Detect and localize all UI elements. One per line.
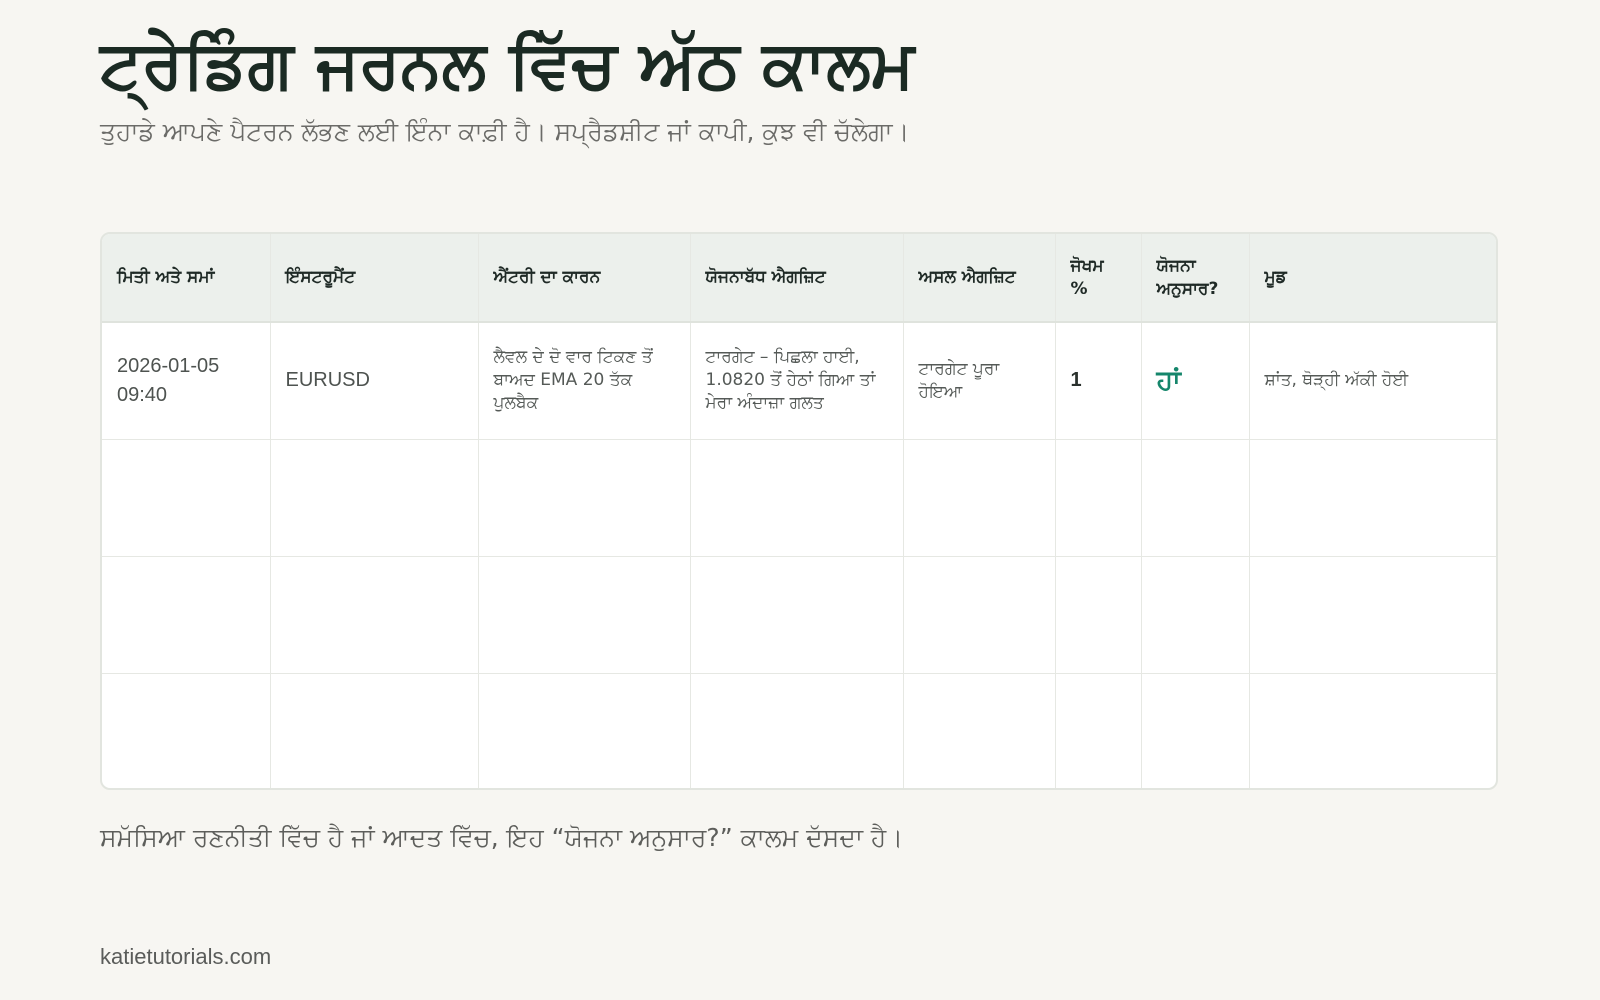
cell-per-plan: ਹਾਂ [1141,322,1250,440]
header-risk-percent: ਜੋਖਮ % [1055,234,1142,323]
cell-date-time: 2026-01-05 09:40 [102,322,271,440]
empty-cell [270,439,479,557]
header-instrument: ਇੰਸਟਰੂਮੈਂਟ [270,234,479,323]
header-mood: ਮੂਡ [1249,234,1496,323]
footnote: ਸਮੱਸਿਆ ਰਣਨੀਤੀ ਵਿੱਚ ਹੈ ਜਾਂ ਆਦਤ ਵਿੱਚ, ਇਹ “… [100,823,904,852]
empty-cell [1141,439,1250,557]
empty-cell [1055,673,1142,788]
empty-cell [1249,439,1496,557]
empty-cell [1249,556,1496,674]
empty-cell [102,673,271,788]
cell-actual-exit: ਟਾਰਗੇਟ ਪੂਰਾ ਹੋਇਆ [903,322,1056,440]
header-planned-exit: ਯੋਜਨਾਬੱਧ ਐਗਜ਼ਿਟ [690,234,904,323]
table-row-empty [102,556,1496,674]
table-row-empty [102,439,1496,557]
empty-cell [903,673,1056,788]
cell-instrument: EURUSD [270,322,479,440]
cell-entry-reason: ਲੈਵਲ ਦੇ ਦੋ ਵਾਰ ਟਿਕਣ ਤੋਂ ਬਾਅਦ EMA 20 ਤੱਕ … [478,322,691,440]
header-entry-reason: ਐਂਟਰੀ ਦਾ ਕਾਰਨ [478,234,691,323]
empty-cell [478,673,691,788]
empty-cell [478,439,691,557]
empty-cell [690,673,904,788]
header-actual-exit: ਅਸਲ ਐਗਜ਼ਿਟ [903,234,1056,323]
cell-risk-percent: 1 [1055,322,1142,440]
page-subtitle: ਤੁਹਾਡੇ ਆਪਣੇ ਪੈਟਰਨ ਲੱਭਣ ਲਈ ਇੰਨਾ ਕਾਫ਼ੀ ਹੈ।… [100,117,910,146]
cell-planned-exit: ਟਾਰਗੇਟ – ਪਿਛਲਾ ਹਾਈ, 1.0820 ਤੋਂ ਹੇਠਾਂ ਗਿਆ… [690,322,904,440]
empty-cell [903,556,1056,674]
journal-table: ਮਿਤੀ ਅਤੇ ਸਮਾਂ ਇੰਸਟਰੂਮੈਂਟ ਐਂਟਰੀ ਦਾ ਕਾਰਨ ਯ… [100,232,1498,790]
empty-cell [903,439,1056,557]
empty-cell [1141,673,1250,788]
empty-cell [1141,556,1250,674]
empty-cell [102,439,271,557]
table-row-empty [102,673,1496,788]
header-date-time: ਮਿਤੀ ਅਤੇ ਸਮਾਂ [102,234,271,323]
empty-cell [270,673,479,788]
empty-cell [690,556,904,674]
empty-cell [690,439,904,557]
empty-cell [1249,673,1496,788]
empty-cell [102,556,271,674]
table-row: 2026-01-05 09:40 EURUSD ਲੈਵਲ ਦੇ ਦੋ ਵਾਰ ਟ… [102,322,1496,440]
header-per-plan: ਯੋਜਨਾ ਅਨੁਸਾਰ? [1141,234,1250,323]
empty-cell [478,556,691,674]
site-url: katietutorials.com [100,944,272,969]
table-header-row: ਮਿਤੀ ਅਤੇ ਸਮਾਂ ਇੰਸਟਰੂਮੈਂਟ ਐਂਟਰੀ ਦਾ ਕਾਰਨ ਯ… [102,234,1496,323]
empty-cell [270,556,479,674]
cell-mood: ਸ਼ਾਂਤ, ਥੋੜ੍ਹੀ ਅੱਕੀ ਹੋਈ [1249,322,1496,440]
empty-cell [1055,439,1142,557]
page-title: ਟ੍ਰੇਡਿੰਗ ਜਰਨਲ ਵਿੱਚ ਅੱਠ ਕਾਲਮ [100,26,915,103]
empty-cell [1055,556,1142,674]
